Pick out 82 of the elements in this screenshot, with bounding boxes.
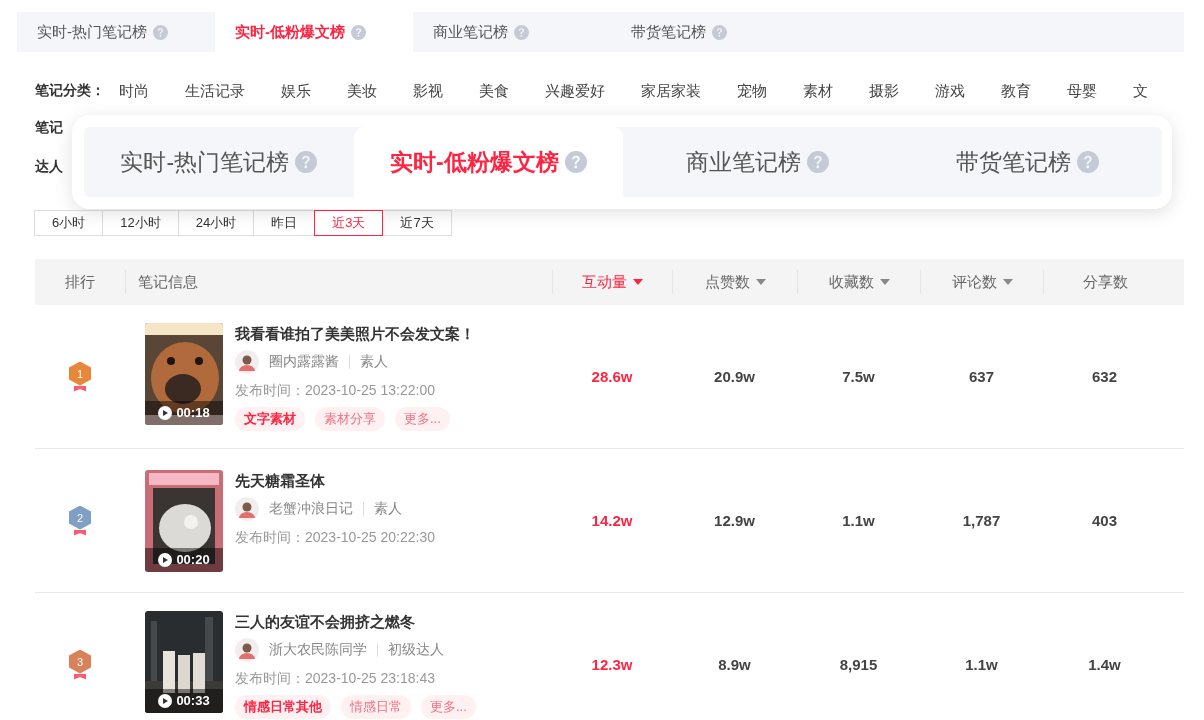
avatar-icon <box>235 637 259 662</box>
time-range-button[interactable]: 6小时 <box>34 210 104 236</box>
help-icon <box>807 151 830 173</box>
category-option[interactable]: 兴趣爱好 <box>545 81 605 101</box>
column-header: 排行 <box>64 271 96 292</box>
column-header[interactable]: 收藏数 <box>797 270 920 294</box>
time-range-button[interactable]: 12小时 <box>102 210 179 236</box>
note-title[interactable]: 三人的友谊不会拥挤之燃冬 <box>235 610 476 633</box>
comment-count: 637 <box>969 368 994 385</box>
help-icon <box>514 24 529 40</box>
category-option[interactable]: 教育 <box>1001 81 1031 101</box>
note-title[interactable]: 我看看谁拍了美美照片不会发文案！ <box>235 322 475 345</box>
help-icon <box>153 24 168 40</box>
interaction-count: 12.3w <box>591 656 633 673</box>
time-range-button[interactable]: 24小时 <box>177 210 255 236</box>
filter-label: 笔记 <box>35 119 63 137</box>
category-option[interactable]: 母婴 <box>1067 81 1097 101</box>
share-count: 632 <box>1092 368 1117 385</box>
author-level: 初级达人 <box>388 640 444 659</box>
category-option[interactable]: 游戏 <box>935 81 965 101</box>
like-count: 12.9w <box>714 512 755 529</box>
avatar-icon <box>235 496 259 521</box>
video-duration: 00:33 <box>145 688 223 713</box>
like-count: 20.9w <box>714 368 755 385</box>
category-option[interactable]: 娱乐 <box>281 81 311 101</box>
category-option[interactable]: 影视 <box>413 81 443 101</box>
filter-label: 笔记分类： <box>35 82 105 100</box>
ranking-tab[interactable]: 实时-低粉爆文榜 <box>215 12 413 52</box>
interaction-count: 14.2w <box>591 512 633 529</box>
author-name[interactable]: 老蟹冲浪日记 <box>269 499 353 518</box>
share-count: 1.4w <box>1088 656 1121 673</box>
category-option[interactable]: 宠物 <box>737 81 767 101</box>
category-option[interactable]: 摄影 <box>869 81 899 101</box>
share-count: 403 <box>1092 512 1117 529</box>
category-option[interactable]: 家居家装 <box>641 81 701 101</box>
favorite-count: 8,915 <box>839 656 878 673</box>
time-range-button[interactable]: 昨日 <box>253 210 316 236</box>
comment-count: 1,787 <box>962 512 1001 529</box>
time-range-button[interactable]: 近7天 <box>382 210 452 236</box>
avatar-icon <box>235 349 259 374</box>
video-duration: 00:20 <box>145 547 223 572</box>
category-option[interactable]: 生活记录 <box>185 81 245 101</box>
filter-label: 达人 <box>35 158 63 176</box>
publish-time: 发布时间：2023-10-25 20:22:30 <box>235 527 435 547</box>
favorite-count: 1.1w <box>842 512 875 529</box>
category-option[interactable]: 美食 <box>479 81 509 101</box>
time-range-button[interactable]: 近3天 <box>314 210 384 236</box>
help-icon <box>351 24 366 40</box>
video-duration: 00:18 <box>145 400 223 425</box>
ranking-tab[interactable]: 商业笔记榜 <box>623 127 893 197</box>
category-option[interactable]: 美妆 <box>347 81 377 101</box>
author-level: 素人 <box>360 352 388 371</box>
author-name[interactable]: 浙大农民陈同学 <box>269 640 367 659</box>
help-icon <box>564 151 587 173</box>
column-header: 笔记信息 <box>125 270 552 294</box>
ranking-tab[interactable]: 带货笔记榜 <box>611 12 809 52</box>
author-name[interactable]: 圈内露露酱 <box>269 352 339 371</box>
column-header[interactable]: 点赞数 <box>672 270 797 294</box>
ranking-tab[interactable]: 实时-低粉爆文榜 <box>353 127 623 197</box>
category-option[interactable]: 文 <box>1133 81 1148 101</box>
play-icon[interactable] <box>158 552 173 567</box>
help-icon <box>295 151 318 173</box>
publish-time: 发布时间：2023-10-25 23:18:43 <box>235 668 436 688</box>
interaction-count: 28.6w <box>591 368 633 385</box>
column-header[interactable]: 评论数 <box>920 270 1043 294</box>
ranking-tab[interactable]: 实时-热门笔记榜 <box>17 12 215 52</box>
category-option[interactable]: 素材 <box>803 81 833 101</box>
favorite-count: 7.5w <box>842 368 875 385</box>
play-icon[interactable] <box>158 405 173 420</box>
like-count: 8.9w <box>718 656 751 673</box>
ranking-tab[interactable]: 实时-热门笔记榜 <box>84 127 354 197</box>
category-option[interactable]: 时尚 <box>119 81 149 101</box>
note-title[interactable]: 先天糖霜圣体 <box>235 469 435 492</box>
help-icon <box>712 24 727 40</box>
ranking-tab[interactable]: 商业笔记榜 <box>413 12 611 52</box>
play-icon[interactable] <box>158 693 173 708</box>
comment-count: 1.1w <box>965 656 998 673</box>
author-level: 素人 <box>374 499 402 518</box>
column-header: 分享数 <box>1043 270 1166 294</box>
help-icon <box>1076 151 1099 173</box>
ranking-tab[interactable]: 带货笔记榜 <box>892 127 1162 197</box>
publish-time: 发布时间：2023-10-25 13:22:00 <box>235 380 436 400</box>
